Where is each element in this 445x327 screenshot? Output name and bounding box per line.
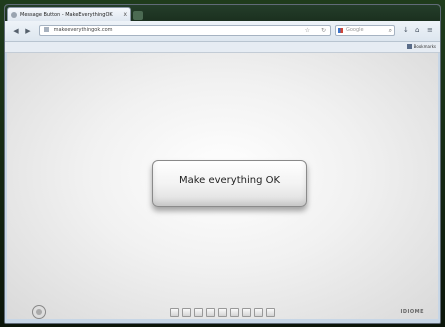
credit-logo[interactable]: IDIOME (400, 309, 424, 315)
tab-favicon-icon (11, 11, 17, 18)
bookmarks-icon (406, 44, 412, 49)
share-icon[interactable] (194, 308, 203, 317)
tab-title: Message Button - MakeEverythingOK (20, 11, 113, 18)
bookmarks-menu[interactable]: Bookmarks (406, 44, 436, 49)
search-engine-icon[interactable] (338, 28, 343, 33)
search-input[interactable]: Google ⌕ (335, 25, 395, 36)
browser-window: Message Button - MakeEverythingOK x ◀ ▶ … (4, 4, 441, 324)
browser-tab[interactable]: Message Button - MakeEverythingOK x (7, 7, 131, 21)
bookmarks-bar: Bookmarks (5, 42, 440, 53)
share-icon[interactable] (206, 308, 215, 317)
menu-icon[interactable]: ≡ (427, 26, 433, 34)
share-icon[interactable] (182, 308, 191, 317)
share-icons (170, 308, 275, 317)
share-icon[interactable] (230, 308, 239, 317)
page-content: Make everything OK IDIOME (7, 53, 438, 321)
logo-icon[interactable] (32, 305, 46, 319)
reload-icon[interactable]: ↻ (321, 26, 326, 35)
share-icon[interactable] (170, 308, 179, 317)
bookmarks-label: Bookmarks (413, 44, 436, 49)
search-placeholder: Google (346, 27, 364, 33)
address-url: makeeverythingok.com (53, 27, 113, 33)
download-icon[interactable]: ↓ (403, 26, 409, 34)
share-icon[interactable] (218, 308, 227, 317)
home-icon[interactable]: ⌂ (415, 26, 419, 34)
share-icon[interactable] (254, 308, 263, 317)
tab-close-icon[interactable]: x (123, 11, 127, 18)
title-bar: Message Button - MakeEverythingOK x (5, 5, 440, 21)
address-bar[interactable]: makeeverythingok.com ☆ ↻ (39, 25, 331, 36)
forward-button[interactable]: ▶ (23, 26, 33, 36)
share-icon[interactable] (266, 308, 275, 317)
back-button[interactable]: ◀ (11, 26, 21, 36)
share-icon[interactable] (242, 308, 251, 317)
new-tab-button[interactable] (133, 11, 143, 20)
navigation-toolbar: ◀ ▶ makeeverythingok.com ☆ ↻ Google ⌕ ↓ … (5, 21, 440, 42)
bookmark-star-icon[interactable]: ☆ (305, 26, 310, 35)
search-icon[interactable]: ⌕ (389, 26, 392, 35)
site-identity-icon (44, 27, 49, 32)
status-bar (5, 319, 440, 323)
make-everything-ok-button[interactable]: Make everything OK (152, 160, 307, 212)
